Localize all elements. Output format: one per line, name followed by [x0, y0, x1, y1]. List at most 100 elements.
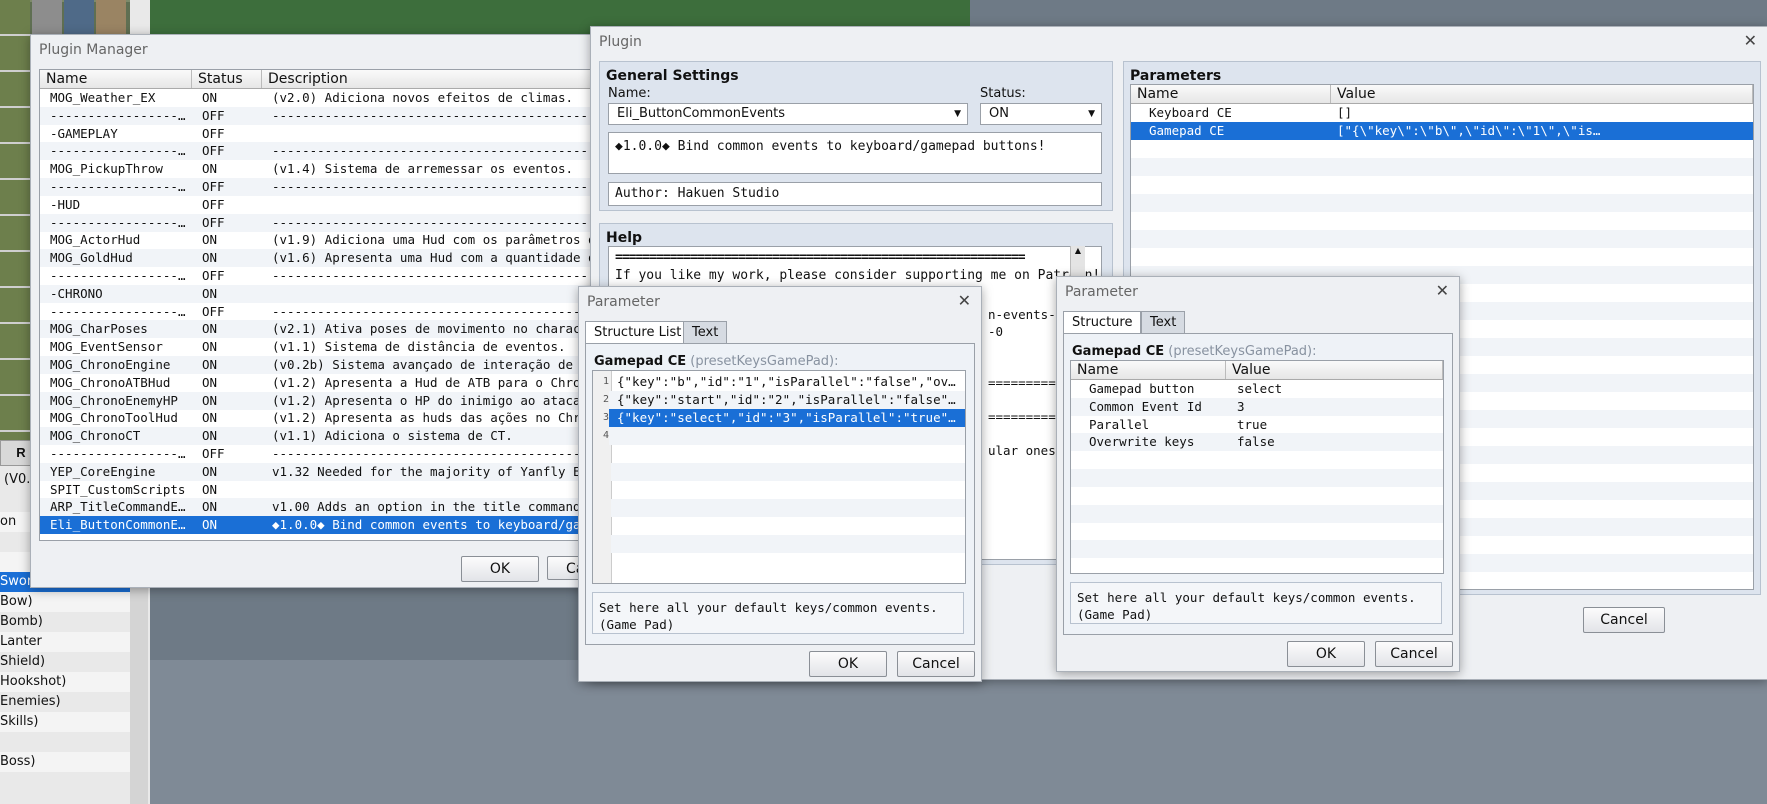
tab-structure[interactable]: Structure: [1063, 311, 1142, 334]
line-number: 4: [593, 427, 609, 445]
map-list-item[interactable]: Enemies): [0, 692, 130, 712]
struct-col-value[interactable]: Value: [1226, 361, 1443, 379]
line-number: 1: [593, 373, 609, 391]
parameter-value: []: [1337, 105, 1353, 120]
empty-row: [611, 517, 965, 535]
map-list-item[interactable]: Skills): [0, 712, 130, 732]
col-name[interactable]: Name: [40, 70, 192, 88]
plugin-name: --------------------------------: [50, 214, 190, 230]
plugin-name: ARP_TitleCommandExit: [50, 499, 190, 515]
map-list-item[interactable]: [0, 732, 130, 752]
empty-row: [611, 499, 965, 517]
table-row[interactable]: MOG_PickupThrow ON (v1.4) Sistema de arrem…: [40, 160, 672, 178]
table-row[interactable]: --------------------------------OFF-----…: [40, 213, 672, 232]
map-list-item[interactable]: Hookshot): [0, 672, 130, 692]
param-label-name: Gamepad CE: [594, 354, 687, 369]
structure-header: Name Value: [1071, 361, 1443, 380]
parameter-row[interactable]: Gamepad CE ["{\"key\":\"b\",\"id\":\"1\",…: [1131, 122, 1753, 140]
list-item[interactable]: 4: [593, 427, 965, 445]
struct-col-name[interactable]: Name: [1071, 361, 1226, 379]
map-list-item[interactable]: Bow): [0, 592, 130, 612]
list-item[interactable]: 2 {"key":"start","id":"2","isParallel":"f…: [593, 391, 965, 409]
plugin-name: MOG_ActorHud: [50, 232, 141, 248]
plugin-title: Plugin: [599, 34, 642, 50]
table-row[interactable]: MOG_Weather_EX ON (v2.0) Adiciona novos ef…: [40, 89, 672, 107]
table-row[interactable]: MOG_GoldHud ON (v1.6) Apresenta uma Hud co…: [40, 249, 672, 268]
field-value: false: [1237, 434, 1275, 450]
plugin-status: ON: [202, 410, 218, 426]
structure-list[interactable]: 1 {"key":"b","id":"1","isParallel":"false…: [592, 370, 966, 584]
cancel-button[interactable]: Cancel: [1375, 641, 1453, 667]
help-line-2: (Game Pad): [1077, 607, 1153, 622]
parameter-list-title: Parameter: [587, 294, 660, 310]
status-select[interactable]: ON: [980, 103, 1102, 125]
field-value: true: [1237, 416, 1268, 432]
field-name: Parallel: [1089, 416, 1150, 432]
empty-row: [1071, 487, 1443, 505]
list-item[interactable]: 3 {"key":"select","id":"3","isParallel":"…: [593, 409, 965, 427]
map-list-item[interactable]: Boss): [0, 752, 130, 772]
param-help-box: Set here all your default keys/common ev…: [1070, 582, 1442, 624]
param-col-name[interactable]: Name: [1131, 85, 1331, 103]
table-row[interactable]: MOG_ActorHud ON (v1.9) Adiciona uma Hud co…: [40, 231, 672, 249]
structure-row[interactable]: Common Event Id 3: [1071, 397, 1443, 416]
table-row[interactable]: --------------------------------OFF-----…: [40, 106, 672, 125]
field-value: 3: [1237, 398, 1245, 414]
plugin-name: MOG_ChronoEnemyHP: [50, 392, 178, 408]
map-list-item[interactable]: Shield): [0, 652, 130, 672]
empty-row: [1131, 230, 1753, 248]
help-line-1: Set here all your default keys/common ev…: [599, 600, 938, 615]
structure-table[interactable]: Name Value Gamepad button select Common Ev…: [1070, 360, 1444, 574]
scroll-up-icon[interactable]: ▲: [1071, 246, 1085, 255]
plugin-name: YEP_CoreEngine: [50, 463, 156, 479]
ok-button[interactable]: OK: [809, 651, 887, 677]
ok-button[interactable]: OK: [1287, 641, 1365, 667]
structure-list-pane: Gamepad CE (presetKeysGamePad): 1 {"key":…: [585, 343, 975, 645]
table-row[interactable]: --------------------------------OFF-----…: [40, 142, 672, 161]
param-label: Gamepad CE (presetKeysGamePad):: [594, 354, 839, 369]
structure-row[interactable]: Parallel true: [1071, 416, 1443, 434]
map-list-item[interactable]: Lanter: [0, 632, 130, 652]
empty-row: [1131, 248, 1753, 266]
name-select[interactable]: Eli_ButtonCommonEvents: [608, 103, 968, 125]
parameter-row[interactable]: Keyboard CE []: [1131, 104, 1753, 122]
table-row[interactable]: --------------------------------OFF-----…: [40, 178, 672, 196]
plugin-name: MOG_ChronoToolHud: [50, 410, 178, 426]
tab-text[interactable]: Text: [1141, 311, 1186, 334]
item-json: {"key":"start","id":"2","isParallel":"fa…: [617, 392, 961, 407]
param-col-value[interactable]: Value: [1331, 85, 1753, 103]
plugin-status: ON: [202, 392, 218, 408]
line-number: 3: [593, 409, 609, 427]
table-row[interactable]: --------------------------------OFF-----…: [40, 267, 672, 285]
param-label: Gamepad CE (presetKeysGamePad):: [1072, 344, 1317, 359]
table-row[interactable]: -HUD OFF: [40, 196, 672, 214]
plugin-name: MOG_ChronoCT: [50, 428, 141, 444]
empty-row: [1071, 469, 1443, 487]
map-list-item[interactable]: Bomb): [0, 612, 130, 632]
structure-row[interactable]: Gamepad button select: [1071, 380, 1443, 398]
help-line-2: (Game Pad): [599, 617, 675, 632]
col-status[interactable]: Status: [192, 70, 262, 88]
tab-text[interactable]: Text: [683, 321, 728, 344]
list-item[interactable]: 1 {"key":"b","id":"1","isParallel":"false…: [593, 373, 965, 391]
empty-row: [1131, 194, 1753, 212]
empty-row: [1131, 212, 1753, 230]
status-label: Status:: [980, 86, 1026, 101]
cancel-button[interactable]: Cancel: [897, 651, 975, 677]
plugin-cancel-button[interactable]: Cancel: [1583, 607, 1665, 633]
empty-row: [611, 463, 965, 481]
structure-row[interactable]: Overwrite keys false: [1071, 433, 1443, 452]
plugin-manager-window: Plugin Manager Name Status Description M…: [30, 34, 673, 588]
plugin-name: MOG_GoldHud: [50, 250, 133, 266]
plugin-status: ON: [202, 339, 218, 355]
help-line-2: If you like my work, please consider sup…: [615, 268, 1101, 283]
plugin-name: --------------------------------: [50, 107, 190, 123]
parameter-value: ["{\"key\":\"b\",\"id\":\"1\",\"is…: [1337, 123, 1601, 138]
param-label-key: (presetKeysGamePad):: [690, 354, 839, 369]
close-icon[interactable]: ✕: [1436, 281, 1449, 300]
table-row[interactable]: -GAMEPLAY OFF: [40, 125, 672, 143]
close-icon[interactable]: ✕: [1744, 31, 1757, 50]
ok-button[interactable]: OK: [461, 556, 539, 582]
tab-structure-list[interactable]: Structure List: [585, 321, 691, 344]
close-icon[interactable]: ✕: [958, 291, 971, 310]
